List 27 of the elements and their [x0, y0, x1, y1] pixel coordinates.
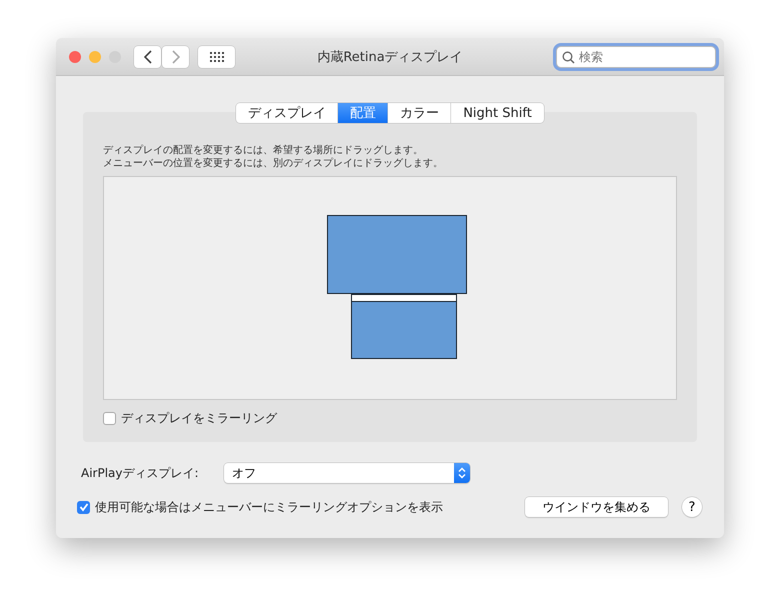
tab[interactable]: カラー — [388, 103, 452, 123]
instruction-text: ディスプレイの配置を変更するには、希望する場所にドラッグします。 — [103, 144, 424, 157]
mirror-checkbox[interactable] — [103, 412, 116, 425]
menu-bar[interactable] — [352, 295, 456, 302]
airplay-popup[interactable]: オフ — [224, 463, 470, 483]
window-title: 内蔵Retinaディスプレイ — [317, 48, 463, 66]
gather-windows-button[interactable]: ウインドウを集める — [525, 497, 668, 517]
search-icon — [562, 50, 575, 64]
display-thumbnail[interactable] — [327, 215, 467, 294]
close-button[interactable] — [69, 50, 81, 62]
options-checkbox[interactable] — [77, 500, 90, 514]
grid-icon — [210, 52, 224, 62]
back-button[interactable] — [134, 46, 161, 68]
display-thumbnail[interactable] — [351, 294, 457, 359]
tab[interactable]: ディスプレイ — [236, 103, 338, 123]
airplay-label: AirPlayディスプレイ: — [81, 464, 200, 482]
tab[interactable]: Night Shift — [451, 103, 544, 123]
tab[interactable]: 配置 — [338, 103, 388, 123]
help-button[interactable]: ? — [682, 497, 702, 517]
updown-icon — [454, 463, 470, 483]
chevron-right-icon — [172, 50, 180, 64]
chevron-left-icon — [144, 50, 152, 64]
search-field[interactable]: 検索 — [556, 46, 716, 68]
instruction-text: メニューバーの位置を変更するには、別のディスプレイにドラッグします。 — [103, 157, 444, 170]
mirror-label: ディスプレイをミラーリング — [121, 410, 277, 427]
show-all-button[interactable] — [198, 46, 235, 68]
options-label: 使用可能な場合はメニューバーにミラーリングオプションを表示 — [95, 498, 443, 516]
